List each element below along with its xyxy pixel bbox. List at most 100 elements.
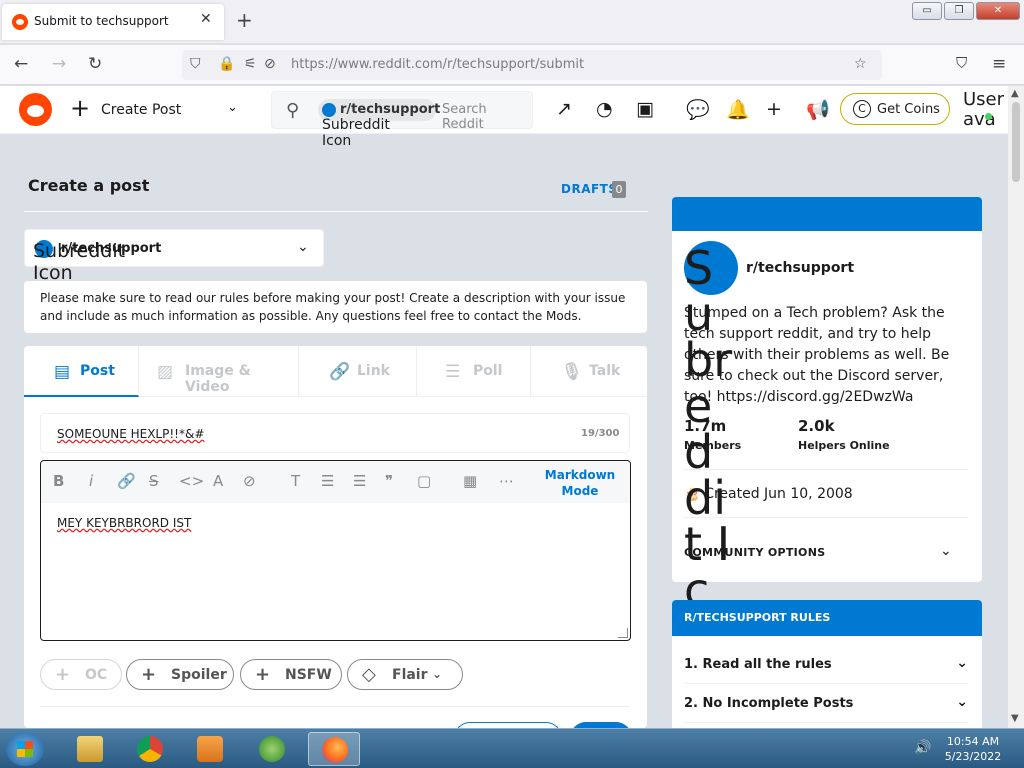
superscript-icon[interactable]: A bbox=[213, 472, 223, 490]
address-bar[interactable]: ⛉ 🔒 ⚟ ⊘ https://www.reddit.com/r/techsup… bbox=[182, 50, 882, 80]
tab-image-video[interactable]: ▨ Image & Video bbox=[139, 346, 299, 397]
create-icon[interactable]: + bbox=[766, 98, 782, 120]
spoiler-button[interactable]: + Spoiler bbox=[126, 659, 234, 690]
browser-tab[interactable]: Submit to techsupport ✕ bbox=[2, 4, 224, 40]
oc-button[interactable]: + OC bbox=[40, 659, 122, 690]
bold-icon[interactable]: B bbox=[53, 472, 64, 490]
link-icon[interactable]: 🔗 bbox=[117, 472, 136, 490]
reddit-logo-icon[interactable] bbox=[19, 93, 52, 126]
advertise-megaphone-icon[interactable]: 📢 bbox=[806, 98, 830, 121]
inline-code-icon[interactable]: <> bbox=[179, 472, 204, 490]
coins-stats-icon[interactable]: ◔ bbox=[596, 98, 613, 120]
create-post-plus-icon[interactable]: + bbox=[70, 94, 90, 122]
bulleted-list-icon[interactable]: ☰ bbox=[321, 472, 334, 490]
rule-item[interactable]: 1. Read all the rules ⌄ bbox=[684, 646, 968, 684]
post-editor: ▤ Post ▨ Image & Video 🔗 Link ☰ Poll 🎙 T… bbox=[24, 346, 647, 738]
restore-button[interactable]: ❐ bbox=[944, 2, 974, 20]
plus-icon: + bbox=[141, 664, 157, 685]
community-name[interactable]: r/techsupport bbox=[746, 260, 854, 276]
heading-icon[interactable]: T bbox=[291, 472, 300, 490]
start-button[interactable] bbox=[6, 732, 44, 766]
reload-icon[interactable]: ↻ bbox=[88, 54, 102, 74]
get-coins-button[interactable]: C Get Coins bbox=[840, 93, 950, 125]
scroll-up-icon[interactable]: ▲ bbox=[1011, 88, 1019, 99]
flair-label: Flair bbox=[392, 667, 428, 683]
nsfw-button[interactable]: + NSFW bbox=[240, 659, 342, 690]
media-player-icon bbox=[197, 736, 223, 762]
online-status-dot bbox=[985, 113, 992, 120]
lock-icon[interactable]: 🔒 bbox=[218, 56, 235, 72]
menu-icon[interactable]: ≡ bbox=[992, 54, 1006, 74]
taskbar-firefox[interactable] bbox=[308, 732, 360, 766]
get-coins-label: Get Coins bbox=[877, 102, 940, 117]
search-bar[interactable]: ⚲ r/techsupport Search Reddit bbox=[271, 91, 533, 132]
tab-post[interactable]: ▤ Post bbox=[24, 346, 139, 397]
forward-icon[interactable]: → bbox=[52, 54, 66, 74]
tab-link-label: Link bbox=[357, 363, 390, 379]
clock-time: 10:54 AM bbox=[946, 735, 1000, 748]
tab-title: Submit to techsupport bbox=[34, 14, 169, 28]
image-icon: ▨ bbox=[157, 362, 174, 382]
drafts-button[interactable]: DRAFTS bbox=[561, 182, 618, 196]
popular-icon[interactable]: ↗ bbox=[556, 98, 572, 120]
new-tab-icon[interactable]: + bbox=[236, 8, 253, 32]
tab-talk[interactable]: 🎙 Talk bbox=[531, 346, 647, 397]
numbered-list-icon[interactable]: ☰ bbox=[353, 472, 366, 490]
more-options-icon[interactable]: ⋯ bbox=[499, 472, 514, 490]
spoiler-icon[interactable]: ⊘ bbox=[243, 472, 256, 490]
code-block-icon[interactable]: ▢ bbox=[417, 472, 431, 490]
flair-button[interactable]: ◇ Flair ⌄ bbox=[347, 659, 463, 690]
quote-icon[interactable]: ❞ bbox=[385, 472, 393, 490]
taskbar-media-center[interactable] bbox=[246, 732, 298, 766]
camera-blocked-icon[interactable]: ⊘ bbox=[264, 56, 276, 72]
shield-icon[interactable]: ⛉ bbox=[190, 56, 201, 72]
tab-poll[interactable]: ☰ Poll bbox=[417, 346, 531, 397]
url-text: https://www.reddit.com/r/techsupport/sub… bbox=[291, 57, 585, 72]
chat-icon[interactable]: 💬 bbox=[686, 98, 710, 121]
online-count: 2.0k bbox=[798, 417, 835, 435]
speaker-icon[interactable]: 🔊 bbox=[914, 740, 931, 756]
notification-bell-icon[interactable]: 🔔 bbox=[726, 98, 750, 121]
markdown-mode-button[interactable]: Markdown Mode bbox=[541, 467, 619, 499]
chevron-down-icon: ⌄ bbox=[956, 694, 968, 710]
italic-icon[interactable]: i bbox=[89, 472, 93, 490]
tab-post-label: Post bbox=[80, 363, 115, 379]
page-title: Create a post bbox=[28, 176, 150, 195]
post-type-tabs: ▤ Post ▨ Image & Video 🔗 Link ☰ Poll 🎙 T… bbox=[24, 346, 647, 397]
scroll-down-icon[interactable]: ▼ bbox=[1011, 713, 1019, 724]
title-input[interactable]: SOMEOUNE HEXLP!!*&# 19/300 bbox=[40, 413, 630, 453]
rules-card: R/TECHSUPPORT RULES 1. Read all the rule… bbox=[672, 600, 982, 740]
body-text-editor[interactable]: B i 🔗 S <> A ⊘ T ☰ ☰ ❞ ▢ ▦ ⋯ Markdown Mo… bbox=[40, 460, 631, 641]
video-icon[interactable]: ▣ bbox=[636, 98, 654, 120]
minimize-button[interactable]: ▭ bbox=[912, 2, 942, 20]
tab-image-video-label: Image & Video bbox=[185, 363, 251, 395]
back-icon[interactable]: ← bbox=[14, 54, 28, 74]
close-window-button[interactable]: ✕ bbox=[976, 2, 1020, 20]
reddit-header: + Create Post ⌄ ⚲ r/techsupport Search R… bbox=[0, 86, 1008, 134]
pocket-icon[interactable]: ⛉ bbox=[956, 54, 967, 72]
chevron-down-icon: ⌄ bbox=[956, 655, 968, 671]
title-divider bbox=[24, 211, 648, 212]
user-avatar[interactable]: User ava bbox=[963, 90, 1004, 130]
bookmark-star-icon[interactable]: ☆ bbox=[854, 56, 867, 72]
scroll-thumb[interactable] bbox=[1012, 102, 1020, 182]
taskbar-media-player[interactable] bbox=[184, 732, 236, 766]
vertical-scrollbar[interactable]: ▲ ▼ bbox=[1008, 86, 1024, 728]
system-clock[interactable]: 10:54 AM 5/23/2022 bbox=[944, 734, 1002, 764]
taskbar-chrome[interactable] bbox=[124, 732, 176, 766]
chevron-down-icon[interactable]: ⌄ bbox=[227, 100, 238, 115]
permissions-icon[interactable]: ⚟ bbox=[244, 56, 257, 72]
search-input[interactable]: Search Reddit bbox=[442, 102, 532, 132]
table-icon[interactable]: ▦ bbox=[463, 472, 477, 490]
drafts-count-badge: 0 bbox=[612, 181, 626, 198]
strikethrough-icon[interactable]: S bbox=[149, 472, 159, 490]
taskbar-file-explorer[interactable] bbox=[64, 732, 116, 766]
chevron-down-icon[interactable]: ⌄ bbox=[297, 239, 309, 255]
tab-link[interactable]: 🔗 Link bbox=[299, 346, 417, 397]
tab-close-icon[interactable]: ✕ bbox=[200, 11, 212, 27]
resize-handle[interactable] bbox=[618, 628, 628, 638]
create-post-label[interactable]: Create Post bbox=[101, 102, 181, 118]
rule-item[interactable]: 2. No Incomplete Posts ⌄ bbox=[684, 685, 968, 723]
poll-icon: ☰ bbox=[445, 362, 461, 382]
chevron-down-icon[interactable]: ⌄ bbox=[940, 543, 952, 559]
